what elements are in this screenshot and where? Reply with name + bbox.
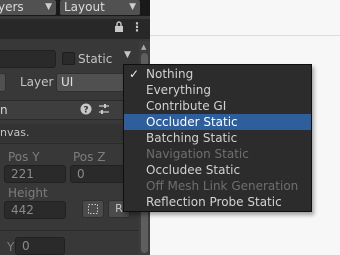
menu-item-label: Reflection Probe Static (146, 195, 282, 209)
top-toolbar: yers ▼ Layout ▼ (0, 0, 150, 16)
y-value: 0 (22, 239, 30, 253)
menu-item-label: Occluder Static (146, 115, 238, 129)
pos-y-field[interactable]: 221 (4, 165, 66, 183)
menu-item-occludee-static[interactable]: Occludee Static (124, 162, 311, 178)
scene-divider (150, 35, 340, 36)
layers-dropdown[interactable]: yers ▼ (0, 0, 56, 15)
help-icon[interactable]: ? (80, 103, 92, 118)
layer-value: UI (61, 75, 74, 89)
component-title: n (0, 103, 8, 117)
layout-dropdown-label: Layout (64, 0, 105, 14)
menu-item-label: Everything (146, 83, 211, 97)
menu-item-label: Navigation Static (146, 147, 249, 161)
raw-edit-label: R (115, 202, 123, 215)
y-field[interactable]: 0 (15, 237, 65, 255)
menu-item-label: Nothing (146, 67, 194, 81)
static-label: Static (78, 52, 113, 66)
pos-z-label: Pos Z (73, 150, 106, 164)
height-field[interactable]: 442 (4, 201, 66, 219)
menu-item-reflection-probe-static[interactable]: Reflection Probe Static (124, 194, 311, 210)
inspector-header: ⋮ (0, 19, 150, 39)
height-label: Height (8, 186, 48, 200)
menu-item-occluder-static[interactable]: Occluder Static (124, 114, 311, 130)
pos-z-value: 0 (77, 167, 85, 181)
static-checkbox[interactable] (62, 52, 75, 65)
layout-dropdown[interactable]: Layout ▼ (60, 0, 140, 15)
static-flags-menu: ✓ Nothing Everything Contribute GI Occlu… (123, 64, 312, 212)
menu-item-batching-static[interactable]: Batching Static (124, 130, 311, 146)
menu-item-label: Batching Static (146, 131, 238, 145)
checkmark-icon: ✓ (129, 67, 140, 81)
lock-icon[interactable] (114, 21, 124, 36)
svg-text:?: ? (83, 106, 88, 116)
chevron-down-icon: ▼ (45, 2, 52, 12)
menu-item-label: Off Mesh Link Generation (146, 179, 299, 193)
scroll-up-icon[interactable]: ▲ (141, 43, 146, 51)
pos-y-value: 221 (11, 167, 34, 181)
y-label: Y (7, 240, 15, 254)
chevron-down-icon: ▼ (129, 2, 136, 12)
pos-y-label: Pos Y (8, 150, 40, 164)
menu-item-navigation-static: Navigation Static (124, 146, 311, 162)
menu-item-label: Occludee Static (146, 163, 241, 177)
menu-item-label: Contribute GI (146, 99, 227, 113)
notice-text: nvas. (0, 126, 30, 139)
menu-item-contribute-gi[interactable]: Contribute GI (124, 98, 311, 114)
blueprint-mode-button[interactable] (82, 200, 104, 218)
layers-dropdown-label: yers (0, 0, 24, 14)
kebab-icon[interactable]: ⋮ (131, 20, 143, 34)
tag-dropdown[interactable] (0, 73, 6, 92)
menu-item-off-mesh-link-generation: Off Mesh Link Generation (124, 178, 311, 194)
menu-item-everything[interactable]: Everything (124, 82, 311, 98)
object-name-field[interactable] (0, 50, 56, 68)
height-value: 442 (11, 203, 34, 217)
divider (0, 230, 150, 231)
layer-label: Layer (20, 75, 54, 89)
sliders-icon[interactable] (98, 103, 110, 118)
static-dropdown-arrow-icon[interactable]: ▼ (124, 50, 131, 60)
menu-item-nothing[interactable]: ✓ Nothing (124, 66, 311, 82)
